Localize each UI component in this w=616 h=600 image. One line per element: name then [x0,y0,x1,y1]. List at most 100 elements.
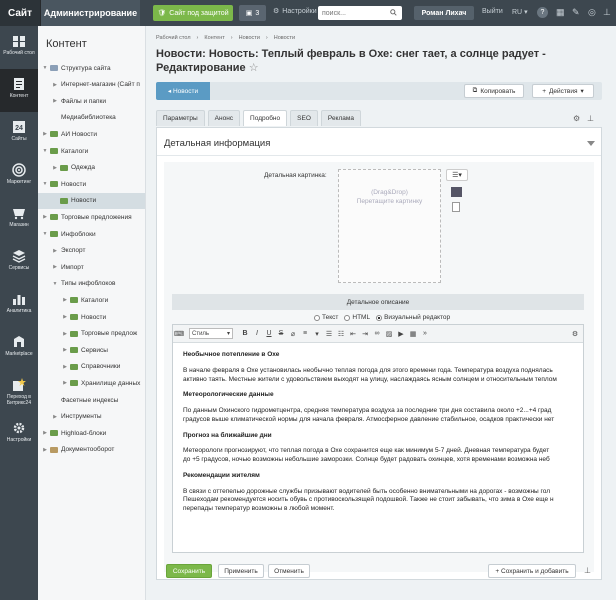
pin-icon[interactable]: ⊥ [587,114,594,123]
indent-icon[interactable]: ⇤ [347,330,359,338]
link-icon[interactable]: ∞ [371,330,383,337]
chevron-down-icon[interactable]: ▼ [42,148,48,154]
user-menu[interactable]: Роман Лихач [414,6,474,20]
tab-ads[interactable]: Реклама [320,110,361,126]
nav-settings[interactable]: Настройки [0,413,38,456]
site-secure-button[interactable]: 🛡 Сайт под защитой [153,5,233,21]
save-and-add-button[interactable]: + Сохранить и добавить [488,564,576,578]
tree-item[interactable]: ▼ Каталоги [38,143,145,159]
video-icon[interactable]: ▶ [395,330,407,338]
gear-icon[interactable]: ⚙ [569,330,581,338]
settings-link[interactable]: ⚙ Настройки [273,7,317,16]
picture-menu-button[interactable]: ☰▾ [446,169,468,181]
tree-item[interactable]: ▶ Документооборот [38,442,145,458]
chevron-down-icon[interactable]: ▼ [42,65,48,71]
tab-params[interactable]: Параметры [156,110,205,126]
tree-item[interactable]: ▶ Хранилище данных [38,375,145,391]
tree-item[interactable]: ▶ Новости [38,309,145,325]
nav-sites[interactable]: 24 Сайты [0,112,38,155]
clear-format-icon[interactable]: ⌀ [287,330,299,338]
breadcrumb-item[interactable]: Новости [274,35,295,41]
chevron-down-icon[interactable]: ▼ [52,281,58,287]
tree-item[interactable]: ▼ Типы инфоблоков [38,276,145,292]
tab-seo[interactable]: SEO [290,110,318,126]
cancel-button[interactable]: Отменить [268,564,310,578]
chevron-right-icon[interactable]: ▶ [42,430,48,436]
chevron-right-icon[interactable]: ▶ [52,98,58,104]
chevron-right-icon[interactable]: ▶ [62,297,68,303]
tree-item[interactable]: ▶ АИ Новости [38,126,145,142]
nav-bitrix24[interactable]: Переход в Битрикс24 [0,370,38,413]
search-icon[interactable] [390,9,397,16]
save-button[interactable]: Сохранить [166,564,212,578]
align-dropdown-icon[interactable]: ▾ [311,330,323,338]
chevron-right-icon[interactable]: ▶ [52,248,58,254]
notifications-button[interactable]: ▣ 3 [239,5,266,21]
collapse-icon[interactable] [587,141,595,146]
tree-item[interactable]: ▶ Справочники [38,359,145,375]
admin-tab[interactable]: Администрирование [40,0,140,26]
nav-content[interactable]: Контент [0,69,38,112]
radio-text[interactable]: Текст [314,314,338,321]
tree-item[interactable]: ▼ Структура сайта [38,60,145,76]
more-icon[interactable]: » [419,330,431,337]
help-circle-icon[interactable]: ◎ [588,7,599,18]
image-icon[interactable] [451,187,462,197]
site-tab[interactable]: Сайт [0,0,40,26]
nav-shop[interactable]: Магазин [0,198,38,241]
tab-announce[interactable]: Анонс [207,110,241,126]
tree-item[interactable]: Фасетные индексы [38,392,145,408]
tree-item[interactable]: ▼ Новости [38,176,145,192]
chevron-right-icon[interactable]: ▶ [62,314,68,320]
nav-services[interactable]: Сервисы [0,241,38,284]
tree-item[interactable]: ▶ Импорт [38,259,145,275]
apply-button[interactable]: Применить [218,564,264,578]
actions-button[interactable]: + Действия ▾ [532,84,594,98]
nav-analytics[interactable]: Аналитика [0,284,38,327]
star-icon[interactable]: ☆ [249,62,259,74]
nav-marketing[interactable]: Маркетинг [0,155,38,198]
tree-item[interactable]: ▶ Сервисы [38,342,145,358]
breadcrumb-item[interactable]: Контент [204,35,224,41]
chevron-right-icon[interactable]: ▶ [42,447,48,453]
breadcrumb-item[interactable]: Рабочий стол [156,35,191,41]
ordered-list-icon[interactable]: ☰ [323,330,335,338]
pin-icon[interactable]: ⊥ [584,566,591,575]
breadcrumb-item[interactable]: Новости [239,35,260,41]
chevron-right-icon[interactable]: ▶ [62,347,68,353]
file-icon[interactable] [452,202,460,212]
radio-html[interactable]: HTML [344,314,370,321]
tree-item[interactable]: Новости [38,192,145,209]
tree-item[interactable]: ▶ Торговые предлож [38,326,145,342]
tree-item[interactable]: ▶ Торговые предложения [38,209,145,225]
chevron-right-icon[interactable]: ▶ [52,414,58,420]
picture-dropzone[interactable]: (Drag&Drop) Перетащите картинку [338,169,441,283]
grid-icon[interactable]: ▦ [556,7,567,18]
tree-item[interactable]: ▶ Интернет-магазин (Сайт п [38,77,145,93]
help-icon[interactable]: ? [537,7,548,18]
bold-icon[interactable]: B [239,330,251,337]
gear-icon[interactable]: ⚙ [573,114,580,123]
style-select[interactable]: Стиль ▾ [189,328,233,339]
chevron-right-icon[interactable]: ▶ [42,131,48,137]
align-icon[interactable]: ≡ [299,330,311,337]
language-select[interactable]: RU ▾ [512,8,528,16]
chevron-right-icon[interactable]: ▶ [62,364,68,370]
tree-item[interactable]: ▶ Highload-блоки [38,425,145,441]
table-icon[interactable]: ▦ [407,330,419,338]
tree-item[interactable]: Медиабиблиотека [38,110,145,126]
chevron-right-icon[interactable]: ▶ [52,82,58,88]
copy-button[interactable]: ⧉ Копировать [464,84,524,98]
chevron-down-icon[interactable]: ▼ [42,231,48,237]
tools-icon[interactable]: ✎ [572,7,583,18]
tree-item[interactable]: ▶ Одежда [38,160,145,176]
pin-icon[interactable]: ⊥ [603,7,614,18]
tree-item[interactable]: ▶ Каталоги [38,292,145,308]
news-list-button[interactable]: ◂ Новости [156,82,210,100]
tree-item[interactable]: ▶ Файлы и папки [38,93,145,109]
chevron-right-icon[interactable]: ▶ [62,331,68,337]
exit-link[interactable]: Выйти [482,8,503,15]
image-icon[interactable]: ▨ [383,330,395,338]
chevron-down-icon[interactable]: ▼ [42,181,48,187]
chevron-right-icon[interactable]: ▶ [62,380,68,386]
